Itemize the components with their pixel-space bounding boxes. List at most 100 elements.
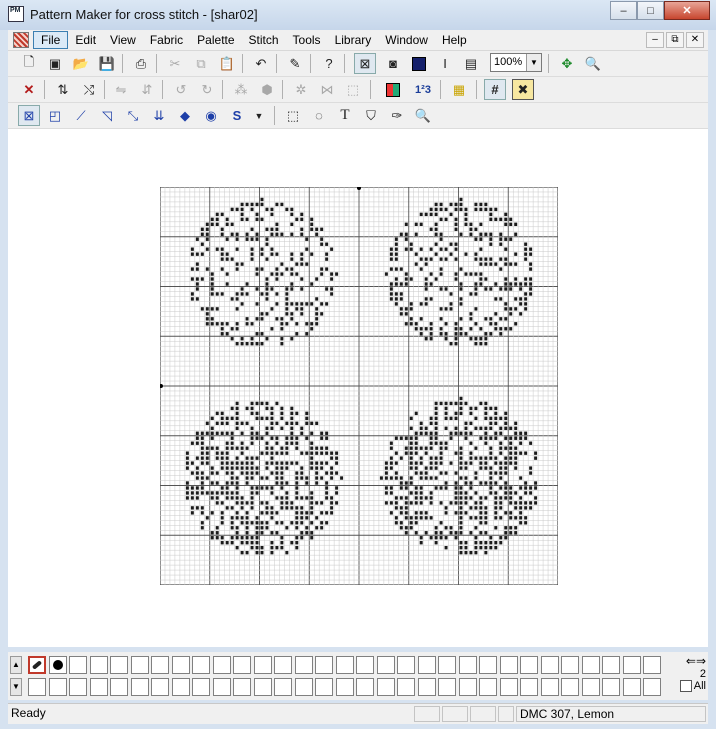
pattern-icon[interactable]: ▦ (448, 79, 470, 100)
palette-swatch[interactable] (540, 656, 559, 674)
zoom-select[interactable]: 100% ▼ (490, 53, 542, 72)
grid-toggle-icon[interactable]: # (484, 79, 506, 100)
zoom-icon[interactable]: 🔍 (412, 105, 434, 126)
palette-swatch[interactable] (69, 656, 87, 674)
maximize-button[interactable]: □ (637, 1, 664, 20)
palette-swatch[interactable] (458, 678, 477, 696)
palette-swatch[interactable] (540, 678, 559, 696)
document-icon[interactable] (13, 32, 29, 48)
lasso-select-icon[interactable]: ◌ (308, 105, 330, 126)
palette-swatch[interactable] (581, 678, 600, 696)
palette-swatch[interactable] (274, 678, 292, 696)
full-cross-stitch-icon[interactable]: ⊠ (18, 105, 40, 126)
palette-swatch[interactable] (192, 656, 210, 674)
number-colors-icon[interactable]: 1²3 (412, 79, 434, 100)
palette-swatch[interactable] (48, 678, 67, 696)
palette-swatch[interactable] (499, 656, 518, 674)
palette-swatch[interactable] (171, 678, 190, 696)
french-knot-icon[interactable]: ◆ (174, 105, 196, 126)
palette-swatch[interactable] (397, 678, 415, 696)
menu-palette[interactable]: Palette (190, 32, 241, 49)
minimize-button[interactable]: – (610, 1, 637, 20)
replace-stitch-icon[interactable]: ⤭ (78, 79, 100, 100)
palette-swatch[interactable] (130, 678, 149, 696)
palette-swatch[interactable] (376, 678, 395, 696)
palette-swatch[interactable] (602, 678, 620, 696)
select-area-icon[interactable]: ⬚ (342, 79, 364, 100)
menu-stitch[interactable]: Stitch (242, 32, 286, 49)
palette-swatch[interactable] (561, 678, 579, 696)
doc-restore-button[interactable]: ⧉ (666, 32, 684, 48)
pattern-canvas[interactable] (8, 129, 708, 647)
color-palette-icon[interactable] (382, 79, 404, 100)
cross-view-icon[interactable]: ⊠ (354, 53, 376, 74)
palette-swatch[interactable] (499, 678, 518, 696)
palette-swatch[interactable] (130, 656, 149, 674)
palette-swatch[interactable] (28, 678, 46, 696)
rotate-right-icon[interactable]: ↻ (196, 79, 218, 100)
color-block-view-icon[interactable] (408, 53, 430, 74)
palette-swatch[interactable] (479, 656, 497, 674)
text-view-icon[interactable]: I (434, 53, 456, 74)
menu-window[interactable]: Window (378, 32, 435, 49)
paste-icon[interactable]: 📋 (216, 53, 238, 74)
menu-edit[interactable]: Edit (68, 32, 103, 49)
flip-horizontal-icon[interactable]: ⇋ (110, 79, 132, 100)
palette-swatch[interactable] (643, 656, 661, 674)
palette-swatch[interactable] (622, 678, 641, 696)
help-icon[interactable]: ? (318, 53, 340, 74)
close-button[interactable]: ✕ (664, 1, 710, 20)
flip-vertical-icon[interactable]: ⇵ (136, 79, 158, 100)
text-tool-icon[interactable]: T (334, 105, 356, 126)
palette-swatch[interactable] (171, 656, 190, 674)
palette-swatch[interactable] (438, 678, 456, 696)
palette-nav-arrows[interactable]: ⇐⇒ (678, 654, 706, 668)
menu-fabric[interactable]: Fabric (143, 32, 190, 49)
long-stitch-icon[interactable]: ⇊ (148, 105, 170, 126)
palette-swatch[interactable] (417, 656, 436, 674)
menu-view[interactable]: View (103, 32, 143, 49)
palette-swatch[interactable] (520, 656, 538, 674)
open-folder-icon[interactable]: 📂 (70, 53, 92, 74)
palette-swatch[interactable] (151, 656, 169, 674)
palette-up-arrow[interactable]: ▲ (10, 656, 22, 674)
palette-swatch[interactable] (581, 656, 600, 674)
menu-help[interactable]: Help (435, 32, 474, 49)
rotate-left-icon[interactable]: ↺ (170, 79, 192, 100)
palette-swatch[interactable] (561, 656, 579, 674)
palette-swatch[interactable] (212, 656, 231, 674)
palette-swatch[interactable] (417, 678, 436, 696)
paint-bucket-icon[interactable]: ⬢ (256, 79, 278, 100)
palette-swatch-active[interactable] (28, 656, 46, 674)
new-from-icon[interactable]: ▣ (44, 53, 66, 74)
zoom-dropdown-icon[interactable]: ▼ (526, 54, 541, 71)
palette-swatch[interactable] (356, 678, 374, 696)
palette-swatch[interactable] (397, 656, 415, 674)
special-stitch-dropdown-icon[interactable]: ▼ (248, 105, 270, 126)
page-view-icon[interactable]: ▤ (460, 53, 482, 74)
edit-star-icon[interactable]: ✎ (284, 53, 306, 74)
palette-swatch[interactable] (315, 656, 333, 674)
fill-icon[interactable]: ⛉ (360, 105, 382, 126)
zoom-find-icon[interactable]: 🔍 (582, 53, 604, 74)
select-similar-icon[interactable]: ⁂ (230, 79, 252, 100)
palette-down-arrow[interactable]: ▼ (10, 678, 22, 696)
palette-swatch[interactable] (69, 678, 87, 696)
palette-swatch[interactable] (520, 678, 538, 696)
palette-swatch[interactable] (233, 656, 251, 674)
title-bar[interactable]: PM Pattern Maker for cross stitch - [sha… (0, 0, 716, 30)
palette-swatch[interactable] (335, 678, 354, 696)
palette-swatch[interactable] (438, 656, 456, 674)
fit-view-icon[interactable]: ✥ (556, 53, 578, 74)
mirror-half-icon[interactable]: ⋈ (316, 79, 338, 100)
menu-library[interactable]: Library (328, 32, 379, 49)
palette-swatch[interactable] (253, 656, 272, 674)
stitch-x-icon[interactable]: ✖ (512, 79, 534, 100)
delete-icon[interactable]: ✕ (18, 79, 40, 100)
doc-minimize-button[interactable]: – (646, 32, 664, 48)
palette-swatch[interactable] (479, 678, 497, 696)
palette-swatch[interactable] (89, 656, 108, 674)
palette-swatch[interactable] (110, 656, 128, 674)
palette-swatch[interactable] (294, 678, 313, 696)
backstitch-icon[interactable]: ⤡ (122, 105, 144, 126)
